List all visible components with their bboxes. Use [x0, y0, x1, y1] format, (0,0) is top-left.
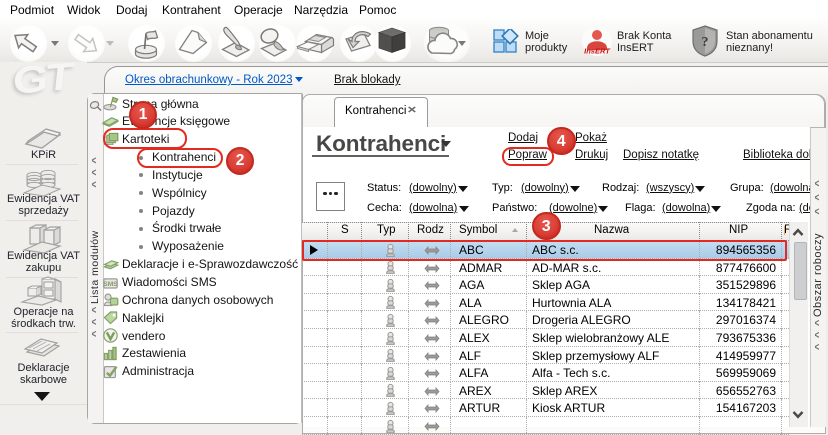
svg-text:InsERT: InsERT	[584, 47, 611, 56]
svg-text:?: ?	[702, 35, 709, 50]
svg-text:SMS: SMS	[103, 281, 118, 288]
